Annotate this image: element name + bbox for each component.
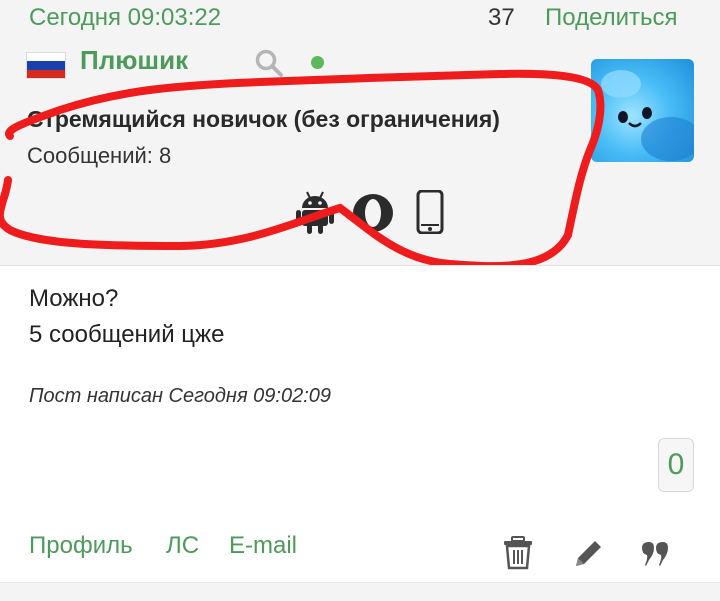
post-timestamp: Сегодня 09:03:22 [29, 4, 222, 31]
post-separator [0, 582, 720, 601]
post-topbar: Сегодня 09:03:22 37 Поделиться [0, 0, 720, 40]
profile-link[interactable]: Профиль [29, 532, 133, 560]
email-link[interactable]: E-mail [229, 532, 297, 560]
post-line: Можно? [29, 285, 119, 312]
red-circle-annotation [0, 69, 605, 265]
pm-link[interactable]: ЛС [166, 532, 199, 560]
vote-counter[interactable]: 0 [658, 438, 694, 492]
author-header: Плюшик Стремящийся новичок (без ограниче… [0, 40, 720, 266]
post-body: Можно? 5 сообщений цже [29, 281, 224, 353]
quote-icon[interactable] [640, 536, 670, 570]
post-line: 5 сообщений цже [29, 321, 225, 348]
edit-icon[interactable] [572, 536, 602, 570]
trash-icon[interactable] [503, 536, 533, 570]
share-link[interactable]: Поделиться [545, 4, 678, 32]
post-meta: Пост написан Сегодня 09:02:09 [29, 385, 332, 407]
post-number[interactable]: 37 [488, 4, 515, 32]
